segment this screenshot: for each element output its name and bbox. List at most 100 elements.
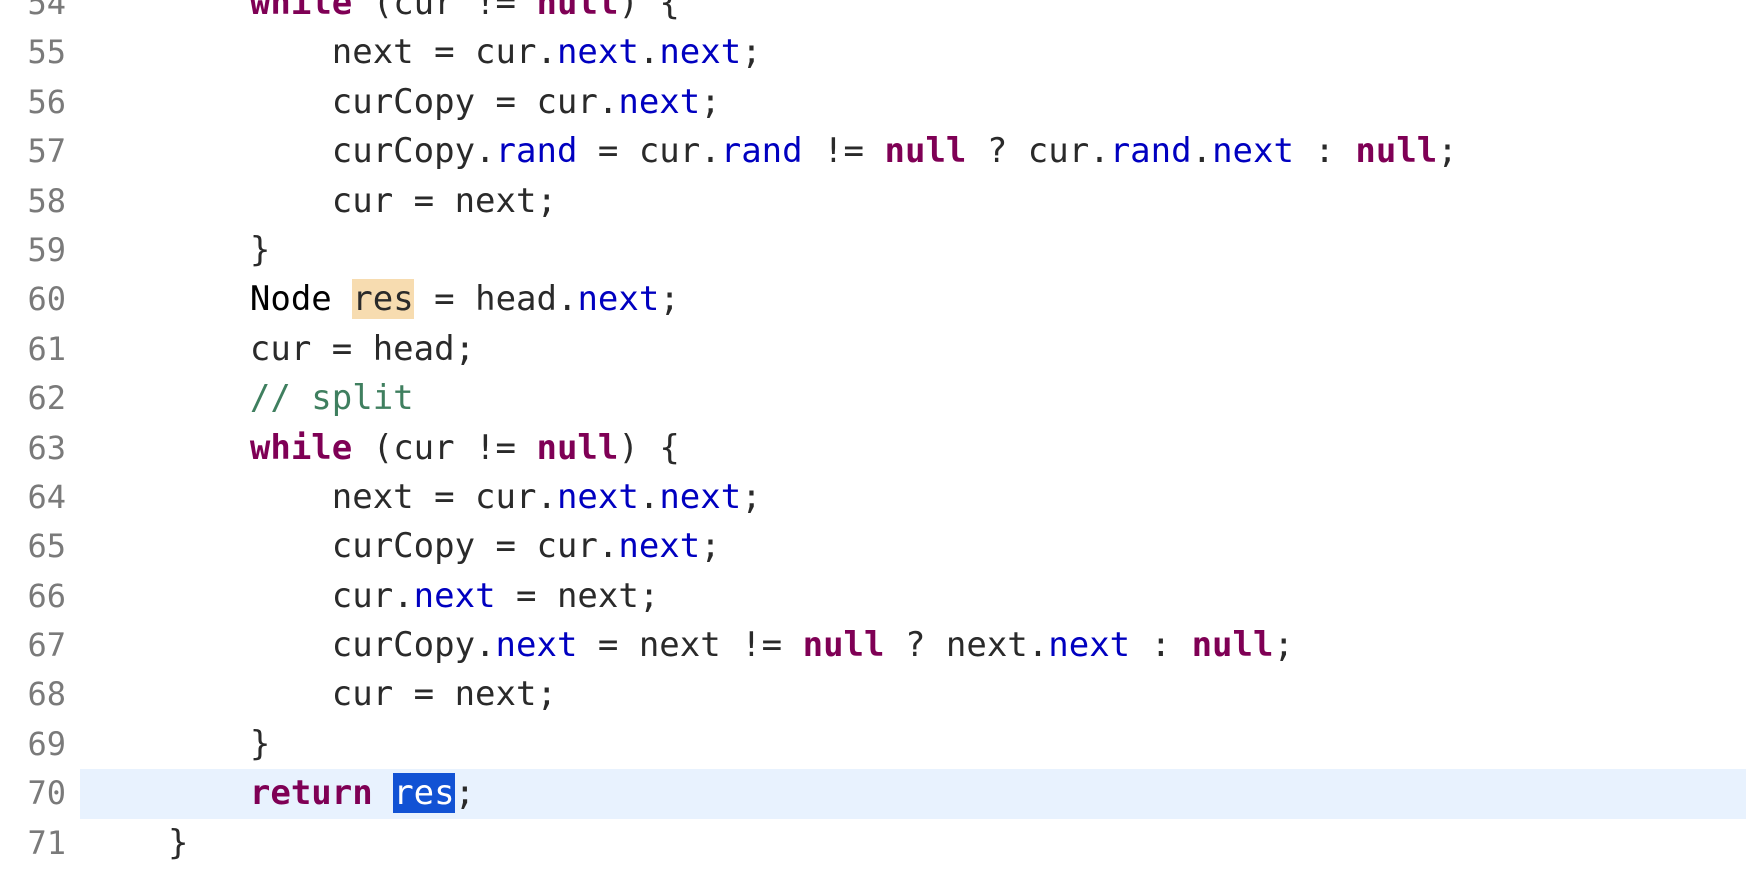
field-token: next bbox=[556, 32, 639, 73]
code-token: . bbox=[638, 32, 660, 73]
code-token: next = cur. bbox=[331, 476, 557, 517]
line-number: 71 bbox=[27, 823, 66, 862]
code-line[interactable]: 55 next = cur.next.next; bbox=[0, 28, 1746, 77]
line-number: 67 bbox=[27, 626, 66, 665]
code-line[interactable]: 59 } bbox=[0, 226, 1746, 275]
code-text[interactable]: curCopy = cur.next; bbox=[168, 522, 721, 571]
code-text[interactable]: cur.next = next; bbox=[168, 572, 660, 621]
line-number: 61 bbox=[27, 329, 66, 368]
code-token: cur = next; bbox=[331, 180, 557, 221]
code-line[interactable]: 62 // split bbox=[0, 374, 1746, 423]
code-token: : bbox=[1130, 625, 1192, 666]
field-token: next bbox=[413, 575, 496, 616]
code-text[interactable]: Node res = head.next; bbox=[168, 275, 680, 324]
code-text[interactable]: curCopy.rand = cur.rand != null ? cur.ra… bbox=[168, 127, 1458, 176]
keyword-token: null bbox=[802, 625, 885, 666]
code-line[interactable]: 66 cur.next = next; bbox=[0, 572, 1746, 621]
code-text[interactable]: curCopy.next = next != null ? next.next … bbox=[168, 621, 1294, 670]
field-token: next bbox=[659, 32, 742, 73]
code-token: ; bbox=[454, 773, 476, 814]
code-text[interactable]: cur = next; bbox=[168, 670, 557, 719]
keyword-token: return bbox=[249, 773, 373, 814]
code-token: (cur != bbox=[352, 427, 537, 468]
keyword-token: null bbox=[536, 427, 619, 468]
line-number: 54 bbox=[27, 0, 66, 22]
line-number: 68 bbox=[27, 675, 66, 714]
keyword-token: null bbox=[884, 131, 967, 172]
code-text[interactable]: } bbox=[168, 819, 188, 868]
line-number: 59 bbox=[27, 230, 66, 269]
code-token: ; bbox=[1437, 131, 1458, 172]
code-token: ; bbox=[741, 32, 762, 73]
code-token: . bbox=[1191, 131, 1213, 172]
code-line[interactable]: 60 Node res = head.next; bbox=[0, 275, 1746, 324]
keyword-token: null bbox=[1191, 625, 1274, 666]
occurrence-highlight: res bbox=[352, 279, 414, 320]
code-token: next = cur. bbox=[331, 32, 557, 73]
field-token: next bbox=[659, 476, 742, 517]
code-token: ; bbox=[659, 279, 680, 320]
code-line[interactable]: 61 cur = head; bbox=[0, 325, 1746, 374]
code-line[interactable]: 58 cur = next; bbox=[0, 177, 1746, 226]
code-token: != bbox=[802, 131, 885, 172]
code-text[interactable]: while (cur != null) { bbox=[168, 424, 680, 473]
code-text[interactable]: } bbox=[168, 226, 270, 275]
code-text[interactable]: curCopy = cur.next; bbox=[168, 78, 721, 127]
line-number: 60 bbox=[27, 280, 66, 319]
code-text[interactable]: cur = next; bbox=[168, 177, 557, 226]
code-line[interactable]: 69 } bbox=[0, 720, 1746, 769]
code-text[interactable]: cur = head; bbox=[168, 325, 475, 374]
code-line[interactable]: 54 while (cur != null) { bbox=[0, 0, 1746, 28]
code-text[interactable]: next = cur.next.next; bbox=[168, 28, 762, 77]
code-line[interactable]: 67 curCopy.next = next != null ? next.ne… bbox=[0, 621, 1746, 670]
line-number: 65 bbox=[27, 527, 66, 566]
code-token: ; bbox=[741, 476, 762, 517]
code-text[interactable]: // split bbox=[168, 374, 414, 423]
keyword-token: while bbox=[249, 0, 353, 23]
code-text[interactable]: } bbox=[168, 720, 270, 769]
code-line[interactable]: 63 while (cur != null) { bbox=[0, 424, 1746, 473]
code-token: cur. bbox=[331, 575, 414, 616]
code-token: ; bbox=[1273, 625, 1294, 666]
code-token: curCopy = cur. bbox=[331, 526, 619, 567]
keyword-token: while bbox=[249, 427, 353, 468]
code-text[interactable]: return res; bbox=[168, 769, 475, 818]
code-token: cur = head; bbox=[249, 328, 476, 369]
code-token: curCopy. bbox=[331, 625, 496, 666]
line-number: 57 bbox=[27, 132, 66, 171]
line-number: 55 bbox=[27, 33, 66, 72]
field-token: next bbox=[495, 625, 578, 666]
code-token: ) { bbox=[618, 427, 680, 468]
code-text[interactable]: while (cur != null) { bbox=[168, 0, 680, 28]
code-token: curCopy = cur. bbox=[331, 81, 619, 122]
code-token: } bbox=[168, 822, 189, 863]
code-token: . bbox=[638, 476, 660, 517]
code-line[interactable]: 68 cur = next; bbox=[0, 670, 1746, 719]
code-line[interactable]: 70 return res; bbox=[0, 769, 1746, 819]
code-editor[interactable]: 54 while (cur != null) {55 next = cur.ne… bbox=[0, 0, 1746, 868]
code-token: } bbox=[249, 723, 271, 764]
line-number: 66 bbox=[27, 576, 66, 615]
line-number: 69 bbox=[27, 724, 66, 763]
code-line[interactable]: 71} bbox=[0, 819, 1746, 868]
code-token: ; bbox=[700, 526, 721, 567]
code-line[interactable]: 65 curCopy = cur.next; bbox=[0, 522, 1746, 571]
code-text[interactable]: next = cur.next.next; bbox=[168, 473, 762, 522]
code-line[interactable]: 56 curCopy = cur.next; bbox=[0, 78, 1746, 127]
code-token: ? cur. bbox=[966, 131, 1110, 172]
keyword-token: null bbox=[1355, 131, 1438, 172]
code-line[interactable]: 64 next = cur.next.next; bbox=[0, 473, 1746, 522]
field-token: rand bbox=[495, 131, 578, 172]
code-line[interactable]: 57 curCopy.rand = cur.rand != null ? cur… bbox=[0, 127, 1746, 176]
code-token: cur = next; bbox=[331, 674, 557, 715]
